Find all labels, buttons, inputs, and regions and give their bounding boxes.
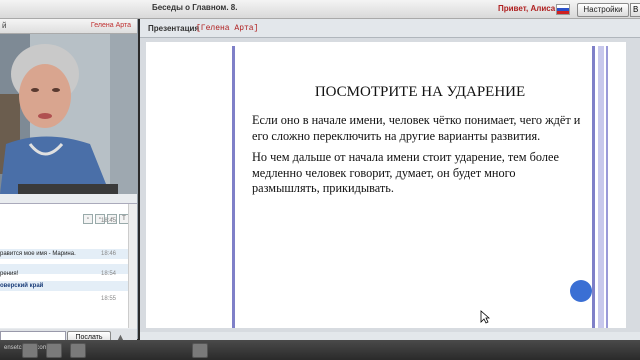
slide: ПОСМОТРИТЕ НА УДАРЕНИЕ Если оно в начале… bbox=[146, 42, 626, 328]
chat-message-text: равится мое имя - Марина. bbox=[0, 251, 76, 257]
chat-scrollbar[interactable] bbox=[128, 204, 137, 328]
taskbar-app-3-icon[interactable] bbox=[70, 343, 86, 358]
user-greeting[interactable]: Привет, Алиса bbox=[498, 4, 555, 13]
slide-right-band bbox=[598, 46, 604, 328]
chat-message-text: рения! bbox=[0, 271, 19, 277]
presentation-area: ПОСМОТРИТЕ НА УДАРЕНИЕ Если оно в начале… bbox=[140, 38, 640, 332]
webcam-video bbox=[0, 34, 137, 194]
slide-left-rule bbox=[232, 46, 235, 328]
chat-message-text: оверский край bbox=[0, 283, 44, 289]
chat-toolbar: ▫ ▫ ▫ T bbox=[81, 207, 129, 224]
webcam-header-symbol: й bbox=[2, 21, 7, 30]
settings-button[interactable]: Настройки bbox=[577, 3, 629, 17]
slide-paragraph: Но чем дальше от начала имени стоит удар… bbox=[252, 150, 559, 195]
chat-panel: ▫ ▫ ▫ T 18:45 равится мое имя - Марина. 18:… bbox=[0, 203, 137, 328]
chat-message-time: 18:54 bbox=[100, 271, 116, 277]
slide-body: Если оно в начале имени, человек чётко п… bbox=[252, 113, 582, 203]
slide-right-rule bbox=[592, 46, 595, 328]
bottom-taskbar: ensetchaya.com bbox=[0, 340, 640, 360]
chat-tool-1-icon[interactable]: ▫ bbox=[83, 214, 93, 224]
presentation-presenter: [Гелена Арта] bbox=[196, 24, 259, 33]
slide-title: ПОСМОТРИТЕ НА УДАРЕНИЕ bbox=[314, 84, 526, 100]
webcam-header: й Гелена Арта bbox=[0, 19, 137, 34]
presentation-header: Презентация [Гелена Арта] bbox=[140, 19, 640, 38]
presentation-label: Презентация bbox=[148, 24, 200, 33]
share-icon[interactable] bbox=[192, 343, 208, 358]
taskbar-app-2-icon[interactable] bbox=[46, 343, 62, 358]
language-flag-icon[interactable] bbox=[556, 4, 570, 15]
chat-message: рения! 18:54 bbox=[0, 271, 128, 277]
top-bar: Беседы о Главном. 8. Привет, Алиса Настр… bbox=[0, 0, 640, 19]
chat-message: равится мое имя - Марина. 18:46 bbox=[0, 249, 128, 259]
left-panel: й Гелена Арта ▫ ▫ ▫ T 18:45 равится мое им bbox=[0, 19, 138, 347]
exit-button[interactable]: В bbox=[630, 3, 640, 17]
slide-paragraph: Если оно в начале имени, человек чётко п… bbox=[252, 113, 581, 143]
webcam-presenter-name: Гелена Арта bbox=[90, 22, 131, 29]
presenter-video-image bbox=[0, 34, 137, 194]
pointer-dot bbox=[570, 280, 592, 302]
window-title: Беседы о Главном. 8. bbox=[152, 3, 238, 12]
presentation-footer bbox=[140, 332, 640, 340]
chat-message: оверский край bbox=[0, 281, 128, 291]
mouse-cursor-icon bbox=[480, 310, 490, 324]
taskbar-app-1-icon[interactable] bbox=[22, 343, 38, 358]
chat-message-time: 18:55 bbox=[100, 296, 116, 302]
chat-message-time: 18:46 bbox=[100, 251, 116, 257]
slide-right-rule-2 bbox=[606, 46, 608, 328]
chat-message-time: 18:45 bbox=[100, 218, 116, 224]
